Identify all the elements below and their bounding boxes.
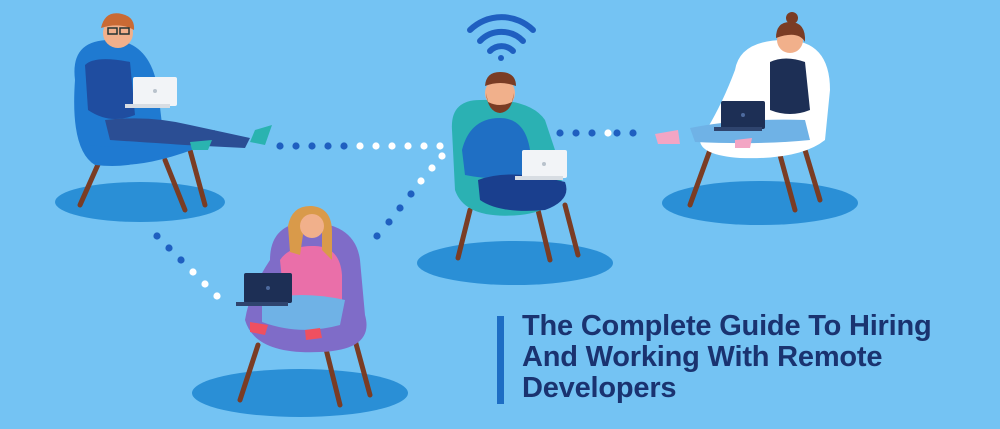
hero-banner: The Complete Guide To Hiring And Working… [0, 0, 1000, 429]
chair-shadow-4 [192, 369, 408, 417]
person-top-left [74, 13, 272, 213]
accent-bar [497, 316, 504, 404]
page-title: The Complete Guide To Hiring And Working… [522, 310, 932, 404]
person-center [451, 72, 581, 263]
headline: The Complete Guide To Hiring And Working… [497, 311, 967, 405]
laptop-icon [515, 150, 567, 180]
person-top-right [655, 12, 830, 213]
chair-shadow-2 [417, 241, 613, 285]
wifi-icon [467, 14, 536, 61]
laptop-icon [236, 273, 292, 306]
laptop-icon [714, 101, 765, 131]
